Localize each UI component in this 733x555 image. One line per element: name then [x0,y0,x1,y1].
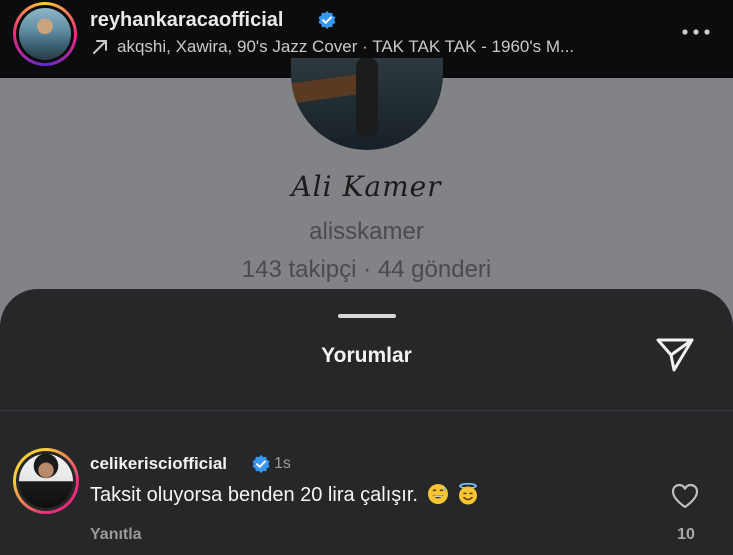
sheet-title: Yorumlar [321,344,412,367]
divider [0,410,733,411]
verified-icon [318,11,336,29]
comment-username[interactable]: celikerisciofficial [90,454,227,474]
grinning-sweat-emoji [427,484,448,504]
like-count: 10 [677,526,695,543]
comment-time: 1s [274,455,291,472]
arrow-up-right-icon [93,40,107,54]
music-info[interactable]: akqshi, Xawira, 90's Jazz Cover · TAK TA… [117,37,637,57]
smiling-halo-emoji [459,483,478,505]
profile-display-name: Ali Kamer [291,170,442,203]
commenter-avatar[interactable] [13,448,79,514]
avatar-photo [19,8,71,60]
reply-button[interactable]: Yanıtla [90,526,142,544]
more-icon[interactable] [680,24,712,40]
commenter-photo [19,454,73,508]
heart-icon[interactable] [670,482,700,510]
story-avatar[interactable] [13,2,77,66]
comment-text: Taksit oluyorsa benden 20 lira çalışır. [90,484,418,506]
verified-icon [252,455,270,473]
sheet-grabber[interactable] [338,314,396,318]
comment-text-row: Taksit oluyorsa benden 20 lira çalışır. [90,483,479,507]
profile-picture [291,58,443,150]
send-icon[interactable] [655,336,695,374]
profile-stats: 143 takipçi · 44 gönderi [241,256,492,283]
comments-sheet: Yorumlar celikerisciofficial 1s Taksit o… [0,289,733,555]
header-username[interactable]: reyhankaracaofficial [90,9,283,32]
profile-handle: alisskamer [309,218,424,245]
